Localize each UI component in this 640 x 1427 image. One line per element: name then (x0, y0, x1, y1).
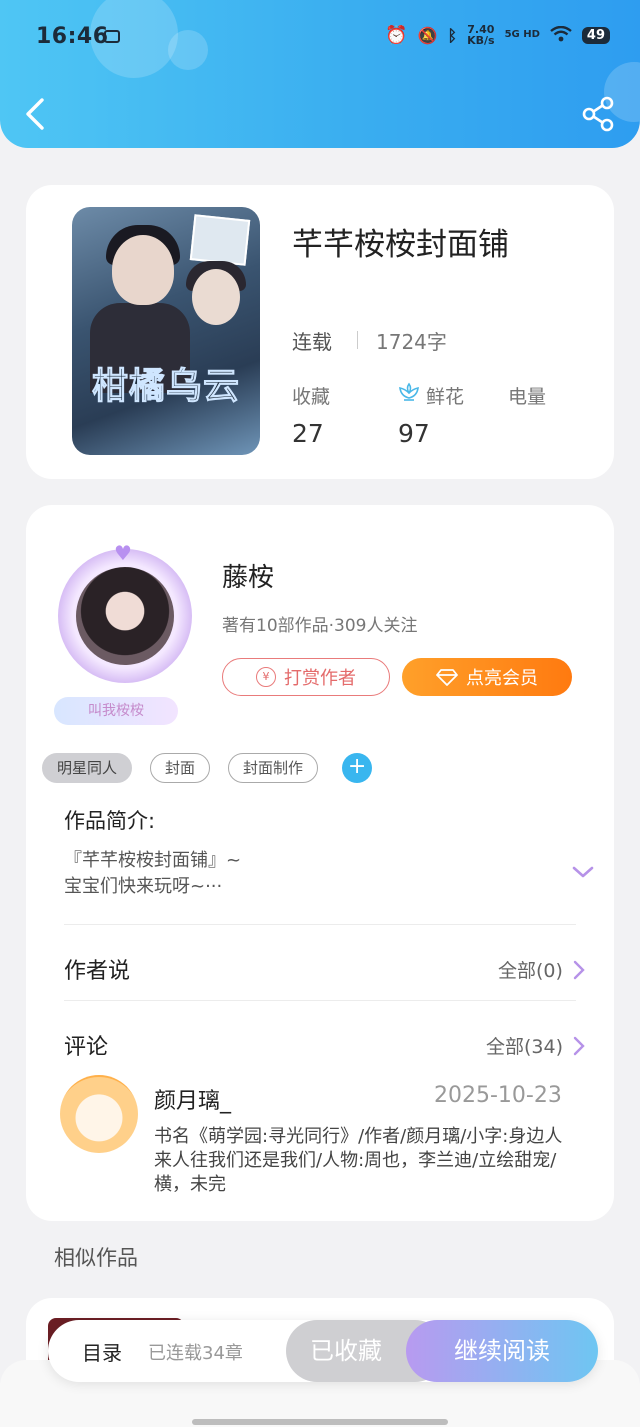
net-speed-unit: KB/s (467, 34, 495, 47)
tag-list: 明星同人 封面 封面制作 + (42, 753, 373, 783)
status-bar: 16:46 ⏰ 🔕 ᛒ 7.40 KB/s 5G HD 49 (0, 0, 640, 72)
bottom-action-bar: 目录 已连载34章 已收藏 继续阅读 (48, 1320, 598, 1382)
tv-icon (104, 30, 120, 43)
heart-icon: ♥ (114, 541, 132, 565)
back-button[interactable] (22, 96, 52, 132)
flowers-count: 97 (398, 419, 430, 448)
flower-icon (399, 382, 419, 401)
continue-reading-button[interactable]: 继续阅读 (406, 1320, 598, 1382)
book-word-count: 1724字 (376, 330, 447, 354)
share-button[interactable] (582, 96, 616, 132)
comment-text[interactable]: 书名《萌学园:寻光同行》/作者/颜月璃/小字:身边人来人往我们还是我们/人物:周… (154, 1125, 574, 1197)
tag-item[interactable]: 封面制作 (228, 753, 319, 783)
cover-title-text: 柑橘乌云 (91, 366, 240, 408)
tip-author-button[interactable]: ¥ 打赏作者 (222, 658, 390, 696)
tip-author-label: 打赏作者 (284, 668, 356, 689)
author-meta: 著有10部作品·309人关注 (222, 616, 418, 636)
avatar (76, 567, 174, 665)
author-avatar-frame[interactable]: ♥ (52, 535, 202, 685)
chapter-count: 已连载34章 (148, 1343, 243, 1364)
book-title: 芊芊桉桉封面铺 (292, 227, 509, 263)
share-icon (582, 96, 614, 132)
status-time: 16:46 (36, 24, 109, 49)
similar-heading: 相似作品 (54, 1246, 138, 1270)
book-info-card: 柑橘乌云 芊芊桉桉封面铺 连载 1724字 收藏 27 鲜花 97 电量 (26, 185, 614, 479)
bluetooth-icon: ᛒ (447, 25, 458, 45)
flowers-label: 鲜花 (426, 386, 465, 408)
chevron-right-icon (573, 960, 585, 979)
author-says-all-link[interactable]: 全部(0) (498, 956, 585, 983)
comments-all-link[interactable]: 全部(34) (486, 1032, 585, 1059)
author-nick-tag: 叫我桉桉 (54, 697, 178, 725)
intro-text: 『芊芊桉桉封面铺』~ 宝宝们快来玩呀~··· (64, 848, 241, 900)
tag-item[interactable]: 封面 (150, 753, 211, 783)
book-cover[interactable]: 柑橘乌云 (72, 207, 260, 455)
favorites-label: 收藏 (292, 386, 331, 408)
comments-all-label: 全部(34) (486, 1036, 564, 1058)
comment-date: 2025-10-23 (434, 1083, 562, 1108)
divider (64, 924, 576, 925)
wifi-icon (550, 25, 572, 45)
intro-line: 『芊芊桉桉封面铺』~ (64, 850, 242, 871)
tag-item[interactable]: 明星同人 (42, 753, 133, 783)
network-type: 5G HD (504, 29, 540, 40)
vip-button[interactable]: 点亮会员 (402, 658, 572, 696)
author-details-card: ♥ 叫我桉桉 藤桉 著有10部作品·309人关注 ¥ 打赏作者 点亮会员 明星同… (26, 505, 614, 1221)
divider (64, 1000, 576, 1001)
vip-label: 点亮会员 (466, 668, 538, 689)
commenter-name[interactable]: 颜月璃_ (154, 1083, 231, 1115)
header: 16:46 ⏰ 🔕 ᛒ 7.40 KB/s 5G HD 49 (0, 0, 640, 148)
diamond-icon (436, 669, 458, 686)
power-label: 电量 (508, 386, 547, 408)
chevron-down-icon[interactable] (570, 863, 596, 881)
home-indicator[interactable] (192, 1419, 448, 1425)
comments-heading: 评论 (64, 1035, 109, 1060)
commenter-avatar[interactable] (60, 1075, 138, 1153)
alarm-icon: ⏰ (385, 24, 408, 46)
author-name[interactable]: 藤桉 (222, 557, 274, 594)
status-divider (357, 331, 358, 349)
mute-icon: 🔕 (417, 25, 438, 45)
toc-button[interactable]: 目录 (82, 1337, 122, 1366)
intro-line: 宝宝们快来玩呀~··· (64, 876, 223, 897)
author-says-all-label: 全部(0) (498, 960, 563, 982)
favorites-count: 27 (292, 419, 324, 448)
chevron-right-icon (573, 1036, 585, 1055)
author-says-heading: 作者说 (64, 959, 131, 984)
battery-level: 49 (581, 26, 610, 44)
add-tag-button[interactable]: + (342, 753, 373, 783)
intro-heading: 作品简介: (64, 809, 156, 833)
book-status: 连载 (292, 330, 332, 354)
coin-icon: ¥ (256, 667, 276, 687)
net-speed: 7.40 KB/s (467, 24, 494, 46)
chevron-left-icon (26, 98, 44, 130)
